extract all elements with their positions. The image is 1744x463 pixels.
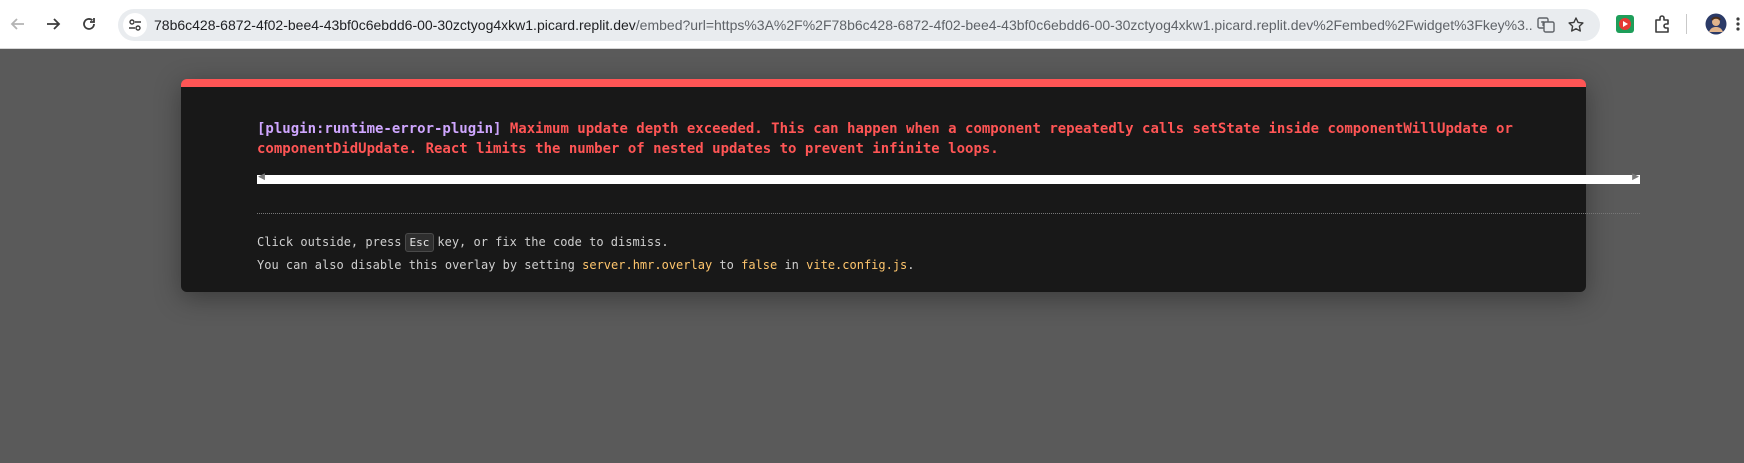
more-icon[interactable] <box>1733 13 1743 35</box>
tip-text: . <box>907 258 915 272</box>
tip-text: to <box>719 258 734 272</box>
error-message: [plugin:runtime-error-plugin] Maximum up… <box>257 119 1587 159</box>
star-icon[interactable] <box>1566 15 1586 35</box>
puzzle-icon[interactable] <box>1652 13 1674 35</box>
url-path: /embed?url=https%3A%2F%2F78b6c428-6872-4… <box>635 17 1534 33</box>
overlay-divider <box>257 213 1640 214</box>
avatar-icon[interactable] <box>1705 13 1727 35</box>
tip-text: You can also disable this overlay by set… <box>257 258 575 272</box>
url-host: 78b6c428-6872-4f02-bee4-43bf0c6ebdd6-00-… <box>154 17 636 33</box>
disable-tip: You can also disable this overlay by set… <box>257 257 1637 273</box>
code-frame-scrollbar[interactable]: ◀ ▶ <box>257 172 1640 184</box>
site-info-icon[interactable] <box>123 13 147 37</box>
browser-toolbar: 78b6c428-6872-4f02-bee4-43bf0c6ebdd6-00-… <box>0 0 1744 49</box>
tip-text: in <box>784 258 799 272</box>
tip-text: Click outside, press <box>257 235 402 249</box>
forward-arrow-icon[interactable] <box>41 12 65 36</box>
url-text[interactable]: 78b6c428-6872-4f02-bee4-43bf0c6ebdd6-00-… <box>154 17 1534 33</box>
dismiss-tip: Click outside, press Esc key, or fix the c… <box>257 233 1637 252</box>
extension-icon[interactable] <box>1614 13 1636 35</box>
plugin-name: [plugin:runtime-error-plugin] <box>257 121 502 137</box>
toolbar-separator <box>1686 14 1687 34</box>
reload-icon[interactable] <box>77 12 101 36</box>
error-overlay: [plugin:runtime-error-plugin] Maximum up… <box>181 79 1640 292</box>
scroll-right-icon[interactable]: ▶ <box>1632 172 1639 182</box>
config-file: vite.config.js <box>806 258 908 272</box>
scroll-left-icon[interactable]: ◀ <box>258 172 265 182</box>
config-value: false <box>741 258 778 272</box>
config-key: server.hmr.overlay <box>582 258 713 272</box>
translate-icon[interactable] <box>1536 15 1556 35</box>
tip-text: key, or fix the code to dismiss. <box>437 235 669 249</box>
esc-key: Esc <box>404 233 435 252</box>
back-arrow-icon[interactable] <box>6 12 30 36</box>
address-bar[interactable]: 78b6c428-6872-4f02-bee4-43bf0c6ebdd6-00-… <box>118 9 1600 41</box>
